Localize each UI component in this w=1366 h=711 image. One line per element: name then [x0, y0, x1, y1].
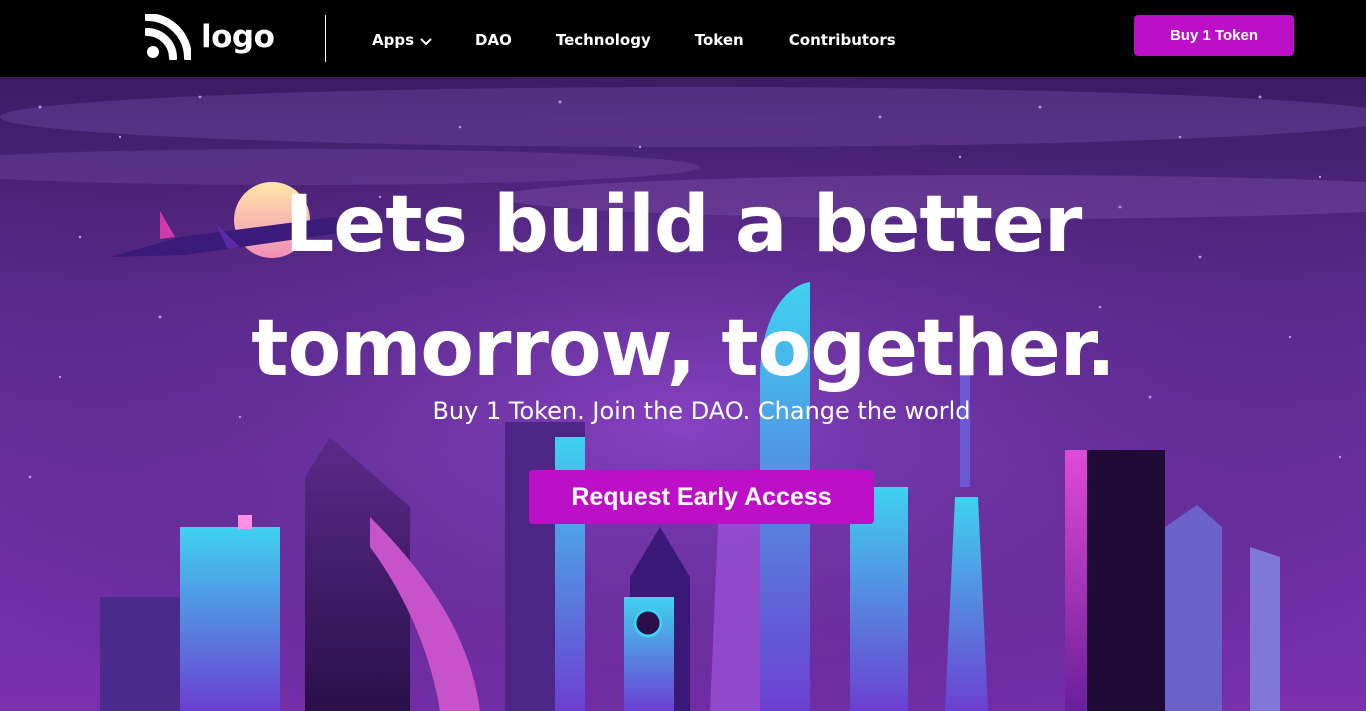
nav-item-technology[interactable]: Technology: [556, 31, 651, 49]
hero-headline: Lets build a better tomorrow, together.: [0, 163, 1366, 411]
request-early-access-button[interactable]: Request Early Access: [529, 470, 874, 524]
nav-item-dao[interactable]: DAO: [475, 31, 512, 49]
nav-divider: [325, 15, 326, 62]
hero-section: Lets build a better tomorrow, together. …: [0, 77, 1366, 711]
headline-line-1: Lets build a better: [284, 180, 1083, 270]
headline-line-2: tomorrow, together.: [251, 304, 1115, 394]
nav-item-token[interactable]: Token: [695, 31, 744, 49]
buy-token-button[interactable]: Buy 1 Token: [1134, 15, 1294, 56]
nav-item-contributors[interactable]: Contributors: [789, 31, 896, 49]
rss-icon: [145, 14, 191, 60]
nav-item-apps[interactable]: Apps: [372, 31, 432, 49]
hero-subtitle: Buy 1 Token. Join the DAO. Change the wo…: [432, 397, 971, 425]
nav-apps-label: Apps: [372, 31, 415, 49]
chevron-down-icon: [420, 37, 432, 45]
top-navbar: logo Apps DAO Technology Token Contribut…: [0, 0, 1366, 77]
logo[interactable]: logo: [145, 14, 275, 60]
main-nav: Apps DAO Technology Token Contributors: [372, 31, 896, 49]
logo-text: logo: [201, 18, 275, 55]
